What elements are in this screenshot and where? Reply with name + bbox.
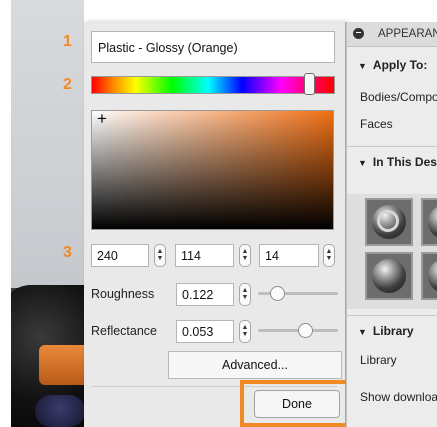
green-field[interactable]: 114 <box>175 244 234 267</box>
stepper-icon: ▲ ▼ <box>241 287 249 301</box>
material-thumbnail[interactable] <box>365 198 413 246</box>
disclosure-triangle-icon[interactable]: ▼ <box>358 327 367 337</box>
apply-to-faces[interactable]: Faces <box>360 117 393 131</box>
disclosure-triangle-icon[interactable]: ▼ <box>358 61 367 71</box>
panel-title: APPEARANCE <box>378 28 437 40</box>
roughness-slider-knob[interactable] <box>270 286 285 301</box>
panel-header[interactable]: – APPEARANCE <box>347 22 437 47</box>
done-button[interactable]: Done <box>254 390 340 418</box>
callout-column: 1 2 3 <box>0 0 84 427</box>
red-stepper[interactable]: ▲ ▼ <box>154 244 166 267</box>
roughness-label: Roughness <box>91 287 155 301</box>
stepper-icon: ▲ ▼ <box>241 248 249 262</box>
advanced-button[interactable]: Advanced... <box>168 351 342 379</box>
material-thumbnail[interactable] <box>365 252 413 300</box>
stepper-icon: ▲ ▼ <box>325 248 333 262</box>
reflectance-slider-knob[interactable] <box>298 323 313 338</box>
in-this-design-section-header[interactable]: ▼In This Design <box>347 155 437 169</box>
reflectance-label: Reflectance <box>91 324 158 338</box>
hue-slider[interactable] <box>91 76 335 94</box>
callout-1: 1 <box>63 33 72 50</box>
library-section-header[interactable]: ▼ Library <box>347 324 437 338</box>
green-stepper[interactable]: ▲ ▼ <box>239 244 251 267</box>
reflectance-field[interactable]: 0.053 <box>176 320 234 343</box>
library-item[interactable]: Library <box>360 353 397 367</box>
material-thumbnail[interactable] <box>421 252 437 300</box>
stepper-icon: ▲ ▼ <box>156 248 164 262</box>
plus-crosshair-icon[interactable]: + <box>97 109 107 129</box>
roughness-field[interactable]: 0.122 <box>176 283 234 306</box>
callout-2: 2 <box>63 76 72 93</box>
hue-slider-thumb[interactable] <box>304 73 315 95</box>
stepper-icon: ▲ ▼ <box>241 324 249 338</box>
apply-to-bodies[interactable]: Bodies/Components <box>360 90 437 104</box>
reflectance-stepper[interactable]: ▲ ▼ <box>239 320 251 343</box>
blue-field[interactable]: 14 <box>259 244 319 267</box>
panel-divider <box>347 146 437 147</box>
red-field[interactable]: 240 <box>91 244 149 267</box>
blue-stepper[interactable]: ▲ ▼ <box>323 244 335 267</box>
material-name-field[interactable]: Plastic - Glossy (Orange) <box>91 31 335 63</box>
saturation-value-picker[interactable]: + <box>91 109 334 230</box>
panel-divider <box>347 315 437 316</box>
material-thumbnail[interactable] <box>421 198 437 246</box>
disclosure-triangle-icon[interactable]: ▼ <box>358 158 367 168</box>
apply-to-section-header[interactable]: ▼ Apply To: <box>347 58 437 72</box>
appearance-panel: – APPEARANCE ▼Apply To: Bodies/Component… <box>346 22 437 427</box>
show-downloads-link[interactable]: Show downloads <box>360 390 437 404</box>
material-thumbnails <box>347 194 437 309</box>
roughness-stepper[interactable]: ▲ ▼ <box>239 283 251 306</box>
material-editor-popup: Plastic - Glossy (Orange) + 240 ▲ ▼ 114 ▲… <box>84 22 346 427</box>
callout-3: 3 <box>63 244 72 261</box>
collapse-circle-icon[interactable]: – <box>353 28 364 39</box>
